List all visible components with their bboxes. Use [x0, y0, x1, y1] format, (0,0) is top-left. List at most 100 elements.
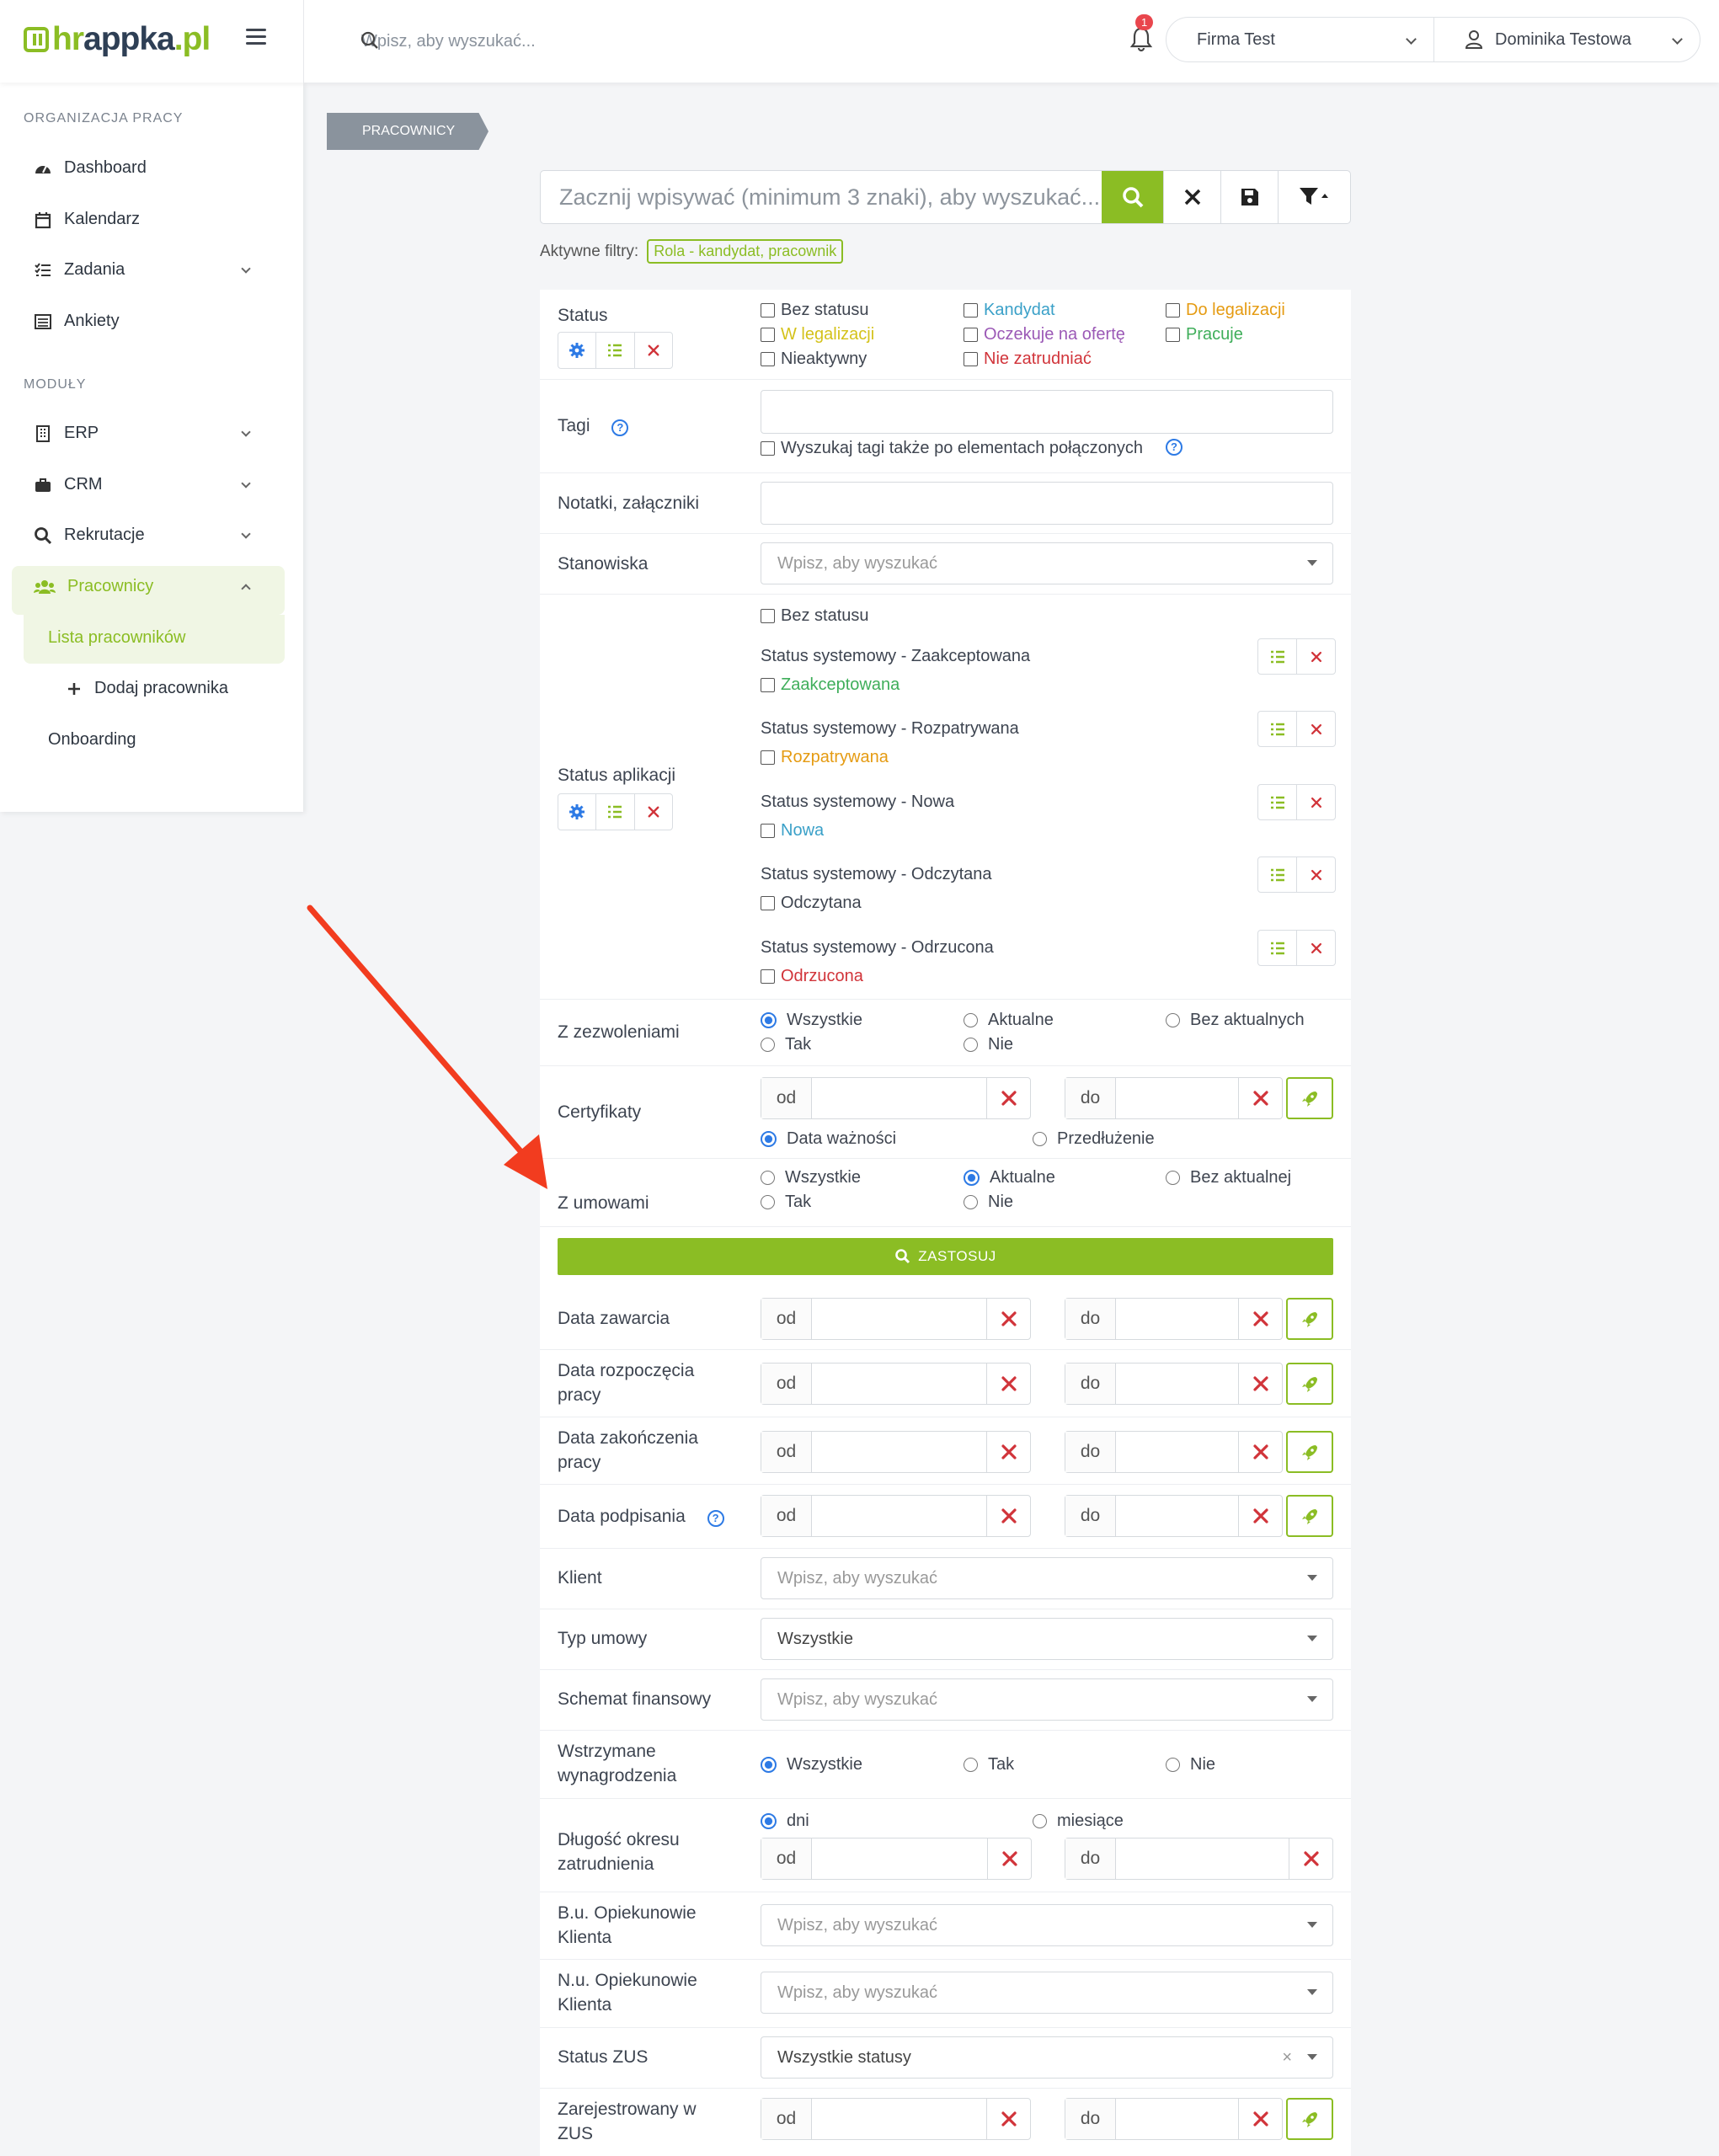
clear-button[interactable] — [1238, 1364, 1282, 1404]
status-checkbox-nieaktywny[interactable]: Nieaktywny — [761, 348, 867, 370]
clear-button[interactable] — [1238, 2099, 1282, 2139]
date-signed-to-input[interactable] — [1116, 1496, 1238, 1536]
permits-radio-yes[interactable]: Tak — [761, 1033, 811, 1055]
contracts-radio-yes[interactable]: Tak — [761, 1191, 811, 1213]
contracts-radio-current[interactable]: Aktualne — [964, 1166, 1055, 1188]
user-menu[interactable]: Dominika Testowa — [1433, 17, 1700, 62]
date-end-to-input[interactable] — [1116, 1432, 1238, 1472]
date-signed-from-input[interactable] — [812, 1496, 986, 1536]
fin-scheme-select[interactable]: Wpisz, aby wyszukać — [761, 1678, 1333, 1721]
search-button[interactable] — [1102, 171, 1163, 223]
select-all-button[interactable] — [1258, 857, 1297, 892]
select-all-button[interactable] — [1258, 931, 1297, 965]
tags-linked-checkbox[interactable]: Wyszukaj tagi także po elementach połącz… — [761, 437, 1143, 459]
date-start-to-input[interactable] — [1116, 1364, 1238, 1404]
clear-button[interactable] — [1238, 1496, 1282, 1536]
quick-range-button[interactable] — [1286, 1495, 1333, 1537]
positions-select[interactable]: Wpisz, aby wyszukać — [761, 542, 1333, 584]
permits-radio-no[interactable]: Nie — [964, 1033, 1013, 1055]
contracts-radio-no[interactable]: Nie — [964, 1191, 1013, 1213]
sidebar-item-dashboard[interactable]: Dashboard — [34, 158, 147, 178]
app-status-checkbox-odczytana[interactable]: Odczytana — [761, 892, 862, 914]
clear-button[interactable] — [1297, 785, 1335, 819]
clear-button[interactable] — [1238, 1299, 1282, 1339]
withheld-radio-yes[interactable]: Tak — [964, 1753, 1014, 1775]
sidebar-item-calendar[interactable]: Kalendarz — [34, 210, 140, 229]
permits-radio-current[interactable]: Aktualne — [964, 1009, 1054, 1031]
date-concluded-to-input[interactable] — [1116, 1299, 1238, 1339]
duration-radio-months[interactable]: miesiące — [1033, 1810, 1124, 1832]
status-checkbox-bez-statusu[interactable]: Bez statusu — [761, 299, 869, 321]
withheld-radio-no[interactable]: Nie — [1166, 1753, 1215, 1775]
active-filter-tag[interactable]: Rola - kandydat, pracownik — [647, 239, 844, 264]
certificates-radio-extension[interactable]: Przedłużenie — [1033, 1128, 1155, 1150]
notes-input[interactable] — [761, 482, 1333, 525]
help-icon[interactable]: ? — [1166, 439, 1182, 456]
clear-button[interactable] — [986, 1364, 1030, 1404]
certificates-from-input[interactable] — [812, 1078, 986, 1118]
zus-registered-from-input[interactable] — [812, 2099, 986, 2139]
status-checkbox-kandydat[interactable]: Kandydat — [964, 299, 1055, 321]
apply-button[interactable]: ZASTOSUJ — [558, 1238, 1333, 1275]
clear-button[interactable] — [1297, 931, 1335, 965]
app-status-checkbox-none[interactable]: Bez statusu — [761, 605, 869, 627]
select-all-button[interactable] — [1258, 712, 1297, 746]
duration-radio-days[interactable]: dni — [761, 1810, 809, 1832]
sidebar-item-add-employee[interactable]: Dodaj pracownika — [66, 679, 228, 698]
quick-range-button[interactable] — [1286, 2098, 1333, 2140]
clear-button[interactable] — [635, 333, 672, 368]
select-all-button[interactable] — [1258, 785, 1297, 819]
contracts-radio-all[interactable]: Wszystkie — [761, 1166, 861, 1188]
select-all-button[interactable] — [596, 333, 635, 368]
tags-input[interactable] — [761, 390, 1333, 434]
certificates-to-input[interactable] — [1116, 1078, 1238, 1118]
menu-toggle-icon[interactable] — [246, 29, 266, 45]
duration-from-input[interactable] — [812, 1838, 987, 1879]
breadcrumb[interactable]: PRACOWNICY — [327, 113, 488, 150]
certificates-radio-expiry[interactable]: Data ważności — [761, 1128, 896, 1150]
save-filter-button[interactable] — [1220, 171, 1278, 223]
sidebar-item-tasks[interactable]: Zadania — [34, 260, 251, 280]
global-search-input[interactable]: Wpisz, aby wyszukać... — [303, 0, 809, 83]
date-concluded-from-input[interactable] — [812, 1299, 986, 1339]
permits-radio-all[interactable]: Wszystkie — [761, 1009, 862, 1031]
clear-button[interactable] — [1238, 1432, 1282, 1472]
app-status-checkbox-odrzucona[interactable]: Odrzucona — [761, 965, 863, 987]
contract-type-select[interactable]: Wszystkie — [761, 1618, 1333, 1660]
app-status-checkbox-nowa[interactable]: Nowa — [761, 819, 824, 841]
date-end-from-input[interactable] — [812, 1432, 986, 1472]
clear-button[interactable] — [1297, 857, 1335, 892]
help-icon[interactable]: ? — [611, 419, 629, 436]
clear-button[interactable] — [1297, 712, 1335, 746]
sidebar-item-employees[interactable]: Pracownicy — [34, 577, 251, 596]
quick-range-button[interactable] — [1286, 1363, 1333, 1405]
clear-button[interactable] — [987, 1838, 1031, 1879]
sidebar-item-crm[interactable]: CRM — [34, 475, 251, 494]
help-icon[interactable]: ? — [707, 1510, 724, 1527]
sidebar-item-employee-list[interactable]: Lista pracowników — [48, 628, 185, 648]
clear-button[interactable] — [1289, 1838, 1332, 1879]
quick-range-button[interactable] — [1286, 1298, 1333, 1340]
date-start-from-input[interactable] — [812, 1364, 986, 1404]
clear-button[interactable] — [986, 2099, 1030, 2139]
status-checkbox-oczekuje[interactable]: Oczekuje na ofertę — [964, 323, 1125, 345]
settings-button[interactable] — [558, 794, 597, 830]
clear-button[interactable] — [635, 794, 672, 830]
employee-search-input[interactable]: Zacznij wpisywać (minimum 3 znaki), aby … — [541, 171, 1102, 223]
app-status-checkbox-zaakceptowana[interactable]: Zaakceptowana — [761, 674, 900, 696]
clear-button[interactable] — [986, 1299, 1030, 1339]
clear-button[interactable] — [986, 1078, 1030, 1118]
nu-guardians-select[interactable]: Wpisz, aby wyszukać — [761, 1972, 1333, 2014]
client-select[interactable]: Wpisz, aby wyszukać — [761, 1557, 1333, 1599]
sidebar-item-surveys[interactable]: Ankiety — [34, 312, 120, 331]
filter-toggle-button[interactable] — [1278, 171, 1350, 223]
quick-range-button[interactable] — [1286, 1077, 1333, 1119]
clear-button[interactable] — [986, 1496, 1030, 1536]
sidebar-item-onboarding[interactable]: Onboarding — [48, 730, 136, 750]
clear-button[interactable] — [986, 1432, 1030, 1472]
status-checkbox-pracuje[interactable]: Pracuje — [1166, 323, 1243, 345]
zus-status-select[interactable]: Wszystkie statusy × — [761, 2036, 1333, 2079]
clear-selection-icon[interactable]: × — [1282, 2037, 1292, 2078]
status-checkbox-nie-zatrudniac[interactable]: Nie zatrudniać — [964, 348, 1092, 370]
bu-guardians-select[interactable]: Wpisz, aby wyszukać — [761, 1904, 1333, 1946]
